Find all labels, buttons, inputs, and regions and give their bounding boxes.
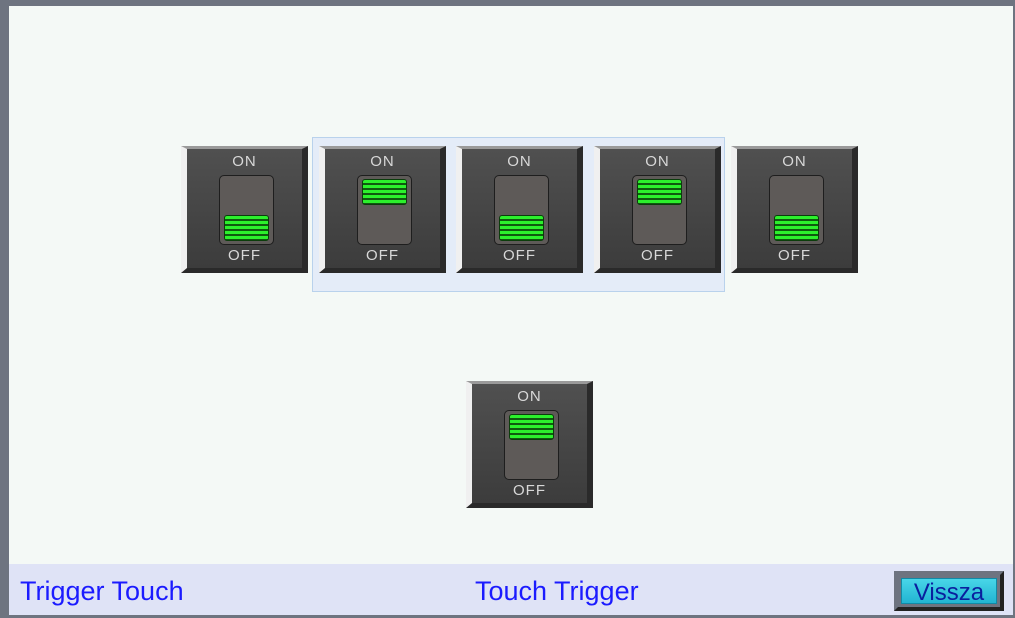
- toggle-switch-bottom[interactable]: ON OFF: [466, 381, 593, 508]
- green-indicator: [362, 179, 407, 205]
- green-indicator: [499, 215, 544, 241]
- footer-left-text: Trigger Touch: [20, 576, 184, 606]
- switch-off-label: OFF: [641, 247, 674, 264]
- toggle-switch-3[interactable]: ON OFF: [456, 146, 583, 273]
- switch-off-label: OFF: [778, 247, 811, 264]
- switch-off-label: OFF: [503, 247, 536, 264]
- toggle-switch-5[interactable]: ON OFF: [731, 146, 858, 273]
- back-button[interactable]: Vissza: [894, 571, 1004, 611]
- back-button-label: Vissza: [901, 578, 997, 606]
- switch-on-label: ON: [370, 153, 395, 170]
- switch-on-label: ON: [507, 153, 532, 170]
- toggle-switch-2[interactable]: ON OFF: [319, 146, 446, 273]
- toggle-switch-4[interactable]: ON OFF: [594, 146, 721, 273]
- rocker-paddle: [504, 410, 559, 480]
- toggle-switch-1[interactable]: ON OFF: [181, 146, 308, 273]
- rocker-paddle: [769, 175, 824, 245]
- switch-off-label: OFF: [228, 247, 261, 264]
- rocker-paddle: [357, 175, 412, 245]
- green-indicator: [509, 414, 554, 440]
- switch-off-label: OFF: [513, 482, 546, 499]
- green-indicator: [774, 215, 819, 241]
- rocker-paddle: [219, 175, 274, 245]
- switch-on-label: ON: [517, 388, 542, 405]
- rocker-paddle: [632, 175, 687, 245]
- switch-on-label: ON: [232, 153, 257, 170]
- hmi-screen: [0, 0, 1015, 618]
- green-indicator: [637, 179, 682, 205]
- switch-on-label: ON: [782, 153, 807, 170]
- switch-off-label: OFF: [366, 247, 399, 264]
- footer-center-text: Touch Trigger: [475, 576, 639, 606]
- rocker-paddle: [494, 175, 549, 245]
- switch-on-label: ON: [645, 153, 670, 170]
- green-indicator: [224, 215, 269, 241]
